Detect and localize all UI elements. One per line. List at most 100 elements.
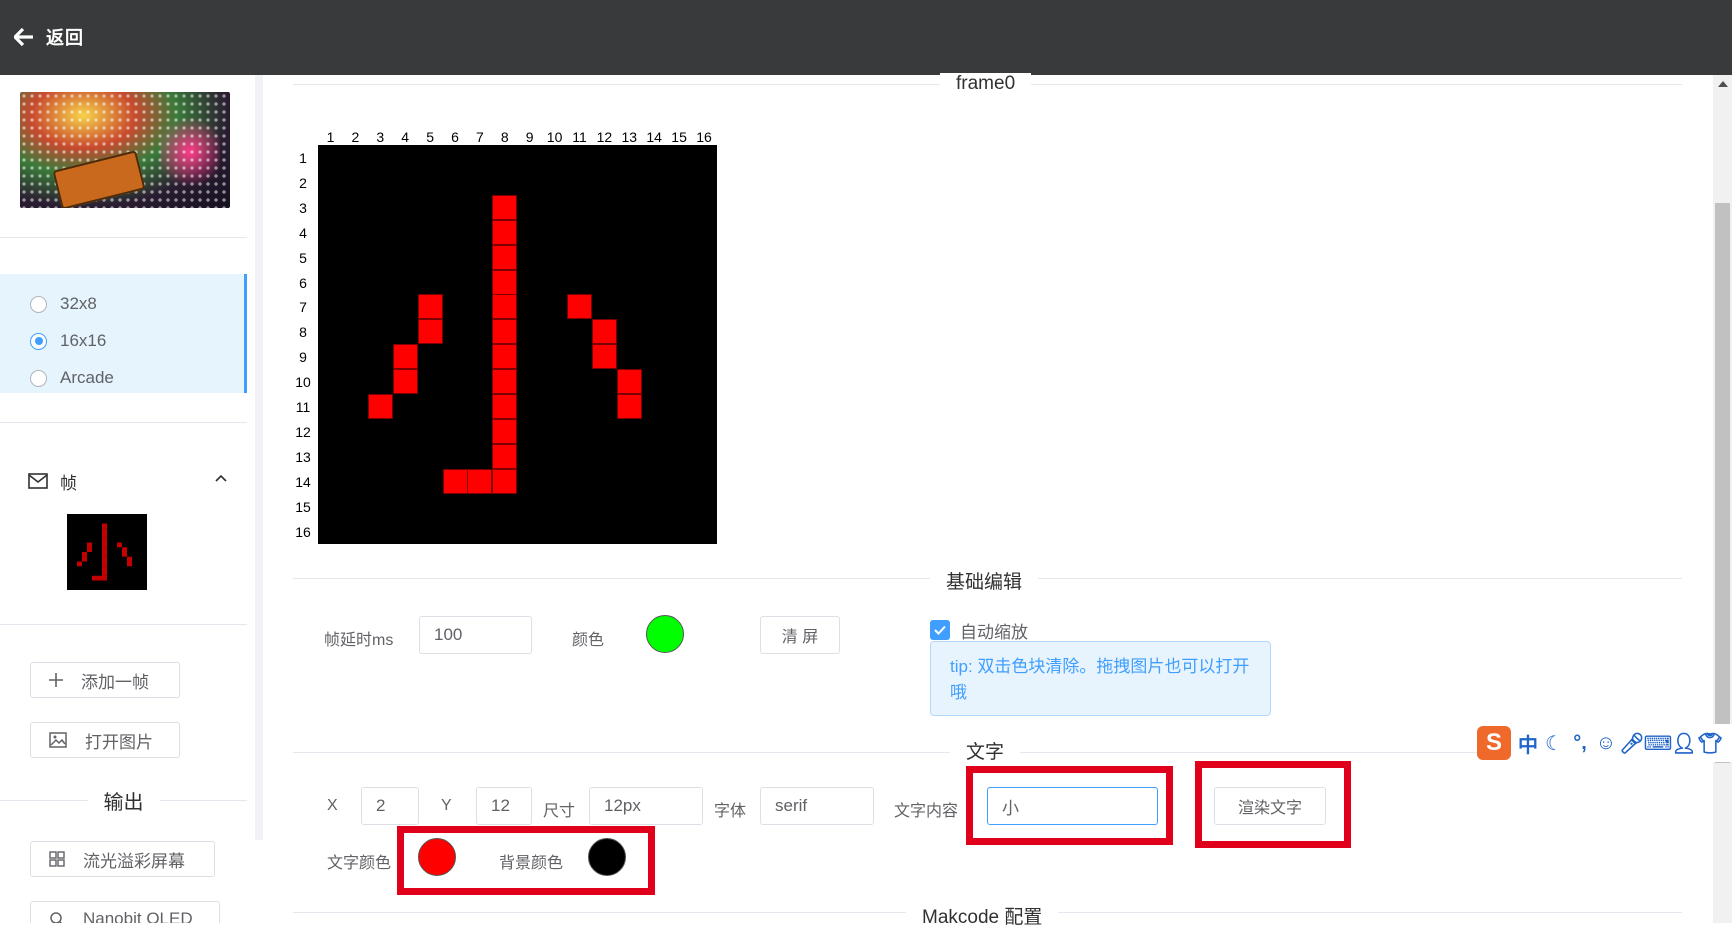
column-number: 10 <box>546 129 563 145</box>
pixel-cell[interactable] <box>492 194 518 220</box>
color-label: 颜色 <box>572 632 605 649</box>
column-number: 7 <box>475 129 484 145</box>
device-photo <box>20 92 230 208</box>
basic-edit-title: 基础编辑 <box>930 567 1039 594</box>
pixel-cell[interactable] <box>417 294 443 320</box>
text-color-label: 文字颜色 <box>327 855 392 872</box>
radio-icon[interactable] <box>30 369 47 387</box>
back-button[interactable]: 返回 <box>14 22 84 52</box>
scrollbar-thumb[interactable] <box>1715 203 1730 763</box>
sogou-logo-icon[interactable]: S <box>1477 726 1511 760</box>
thumbnail-pixel <box>102 552 107 557</box>
pixel-cell[interactable] <box>492 269 518 295</box>
text-content-label: 文字内容 <box>894 803 959 820</box>
row-number: 6 <box>299 274 307 291</box>
row-number: 15 <box>295 498 311 515</box>
size-option-arcade[interactable]: Arcade <box>30 366 114 390</box>
x-input[interactable]: 2 <box>361 787 419 825</box>
thumbnail-pixel <box>77 561 82 567</box>
grid-icon <box>49 851 65 867</box>
pixel-cell[interactable] <box>492 443 518 469</box>
clear-screen-button[interactable]: 清 屏 <box>760 616 840 654</box>
pixel-cell[interactable] <box>492 294 518 320</box>
output-ambilight-button[interactable]: 流光溢彩屏幕 <box>30 841 215 877</box>
frame-thumbnail[interactable] <box>67 514 147 590</box>
open-image-button[interactable]: 打开图片 <box>30 722 180 758</box>
size-option-32x8[interactable]: 32x8 <box>30 292 97 316</box>
column-number: 5 <box>426 129 434 145</box>
sidebar-scroll-rail <box>255 75 263 840</box>
output-item-label: Nanobit OLED <box>83 909 193 923</box>
row-number: 1 <box>299 150 307 166</box>
row-number: 2 <box>299 174 307 191</box>
thumbnail-pixel <box>102 528 107 533</box>
pixel-cell[interactable] <box>492 244 518 270</box>
pixel-cell[interactable] <box>442 468 468 494</box>
frames-header[interactable]: 帧 <box>28 469 228 493</box>
frame-title: frame0 <box>940 73 1032 95</box>
skin-icon[interactable]: 👕︎ <box>1697 728 1723 758</box>
checkbox-checked-icon[interactable] <box>930 620 950 640</box>
thumbnail-pixel <box>102 542 107 548</box>
radio-icon[interactable] <box>30 295 47 313</box>
output-oled-button[interactable]: Nanobit OLED <box>30 901 220 923</box>
add-frame-button[interactable]: 添加一帧 <box>30 662 180 698</box>
thumbnail-pixel <box>102 537 107 543</box>
punctuation-icon[interactable]: °, <box>1567 728 1593 758</box>
row-number: 12 <box>295 423 311 440</box>
divider <box>0 237 247 238</box>
emoji-icon[interactable]: ☺ <box>1593 728 1619 758</box>
row-number: 16 <box>295 523 311 540</box>
frame-delay-input[interactable]: 100 <box>419 616 532 654</box>
size-option-16x16[interactable]: 16x16 <box>30 329 106 353</box>
size-option-label: 16x16 <box>60 331 107 350</box>
pixel-cell[interactable] <box>392 369 418 395</box>
pixel-cell[interactable] <box>567 294 592 320</box>
page-scrollbar[interactable] <box>1713 75 1732 923</box>
brush-color-swatch[interactable] <box>646 615 684 653</box>
thumbnail-pixel <box>102 575 107 581</box>
sidebar: 32x8 16x16 Arcade 帧 添加一帧 打开图片 输出 流光溢彩屏幕 … <box>0 75 247 923</box>
pixel-cell[interactable] <box>492 468 518 494</box>
font-input[interactable]: serif <box>760 787 874 825</box>
pixel-cell[interactable] <box>367 394 393 419</box>
size-label: 尺寸 <box>543 803 576 820</box>
pixel-cell[interactable] <box>492 418 518 444</box>
pixel-cell[interactable] <box>616 369 642 395</box>
thumbnail-pixel <box>82 552 87 557</box>
column-number: 13 <box>621 129 638 145</box>
chevron-up-icon[interactable] <box>214 472 228 486</box>
pixel-cell[interactable] <box>591 344 617 370</box>
auto-scale-checkbox[interactable]: 自动缩放 <box>930 619 1028 642</box>
size-option-label: 32x8 <box>60 294 97 313</box>
size-input[interactable]: 12px <box>589 787 703 825</box>
pixel-cell[interactable] <box>492 369 518 395</box>
thumbnail-pixel <box>102 547 107 552</box>
moon-icon[interactable]: ☾ <box>1541 728 1567 758</box>
frame-delay-value: 100 <box>434 625 463 644</box>
y-input[interactable]: 12 <box>476 787 532 825</box>
pixel-cell[interactable] <box>392 344 418 370</box>
row-number: 4 <box>299 224 307 241</box>
frame-thumbnail-preview <box>77 523 132 581</box>
pixel-cell[interactable] <box>417 319 443 345</box>
pixel-cell[interactable] <box>492 219 518 245</box>
microphone-icon[interactable]: 🎤︎ <box>1619 728 1645 758</box>
ime-mode[interactable]: 中 <box>1515 728 1541 758</box>
radio-selected-icon[interactable] <box>30 332 47 350</box>
pixel-cell[interactable] <box>467 468 493 494</box>
pixel-cell[interactable] <box>591 319 617 345</box>
pixel-cell[interactable] <box>492 319 518 345</box>
scroll-up-arrow-icon[interactable] <box>1718 80 1728 88</box>
pixel-grid[interactable] <box>318 145 717 544</box>
pixel-cell[interactable] <box>492 394 518 419</box>
picture-icon <box>49 732 67 748</box>
keyboard-icon[interactable]: ⌨ <box>1644 728 1673 758</box>
pixel-cell[interactable] <box>492 344 518 370</box>
thumbnail-pixel <box>102 566 107 571</box>
pixel-cell[interactable] <box>616 394 642 419</box>
user-icon[interactable]: 👤︎ <box>1671 728 1697 758</box>
row-number: 8 <box>299 324 307 341</box>
row-number: 5 <box>299 249 307 266</box>
text-section-title: 文字 <box>950 737 1021 764</box>
